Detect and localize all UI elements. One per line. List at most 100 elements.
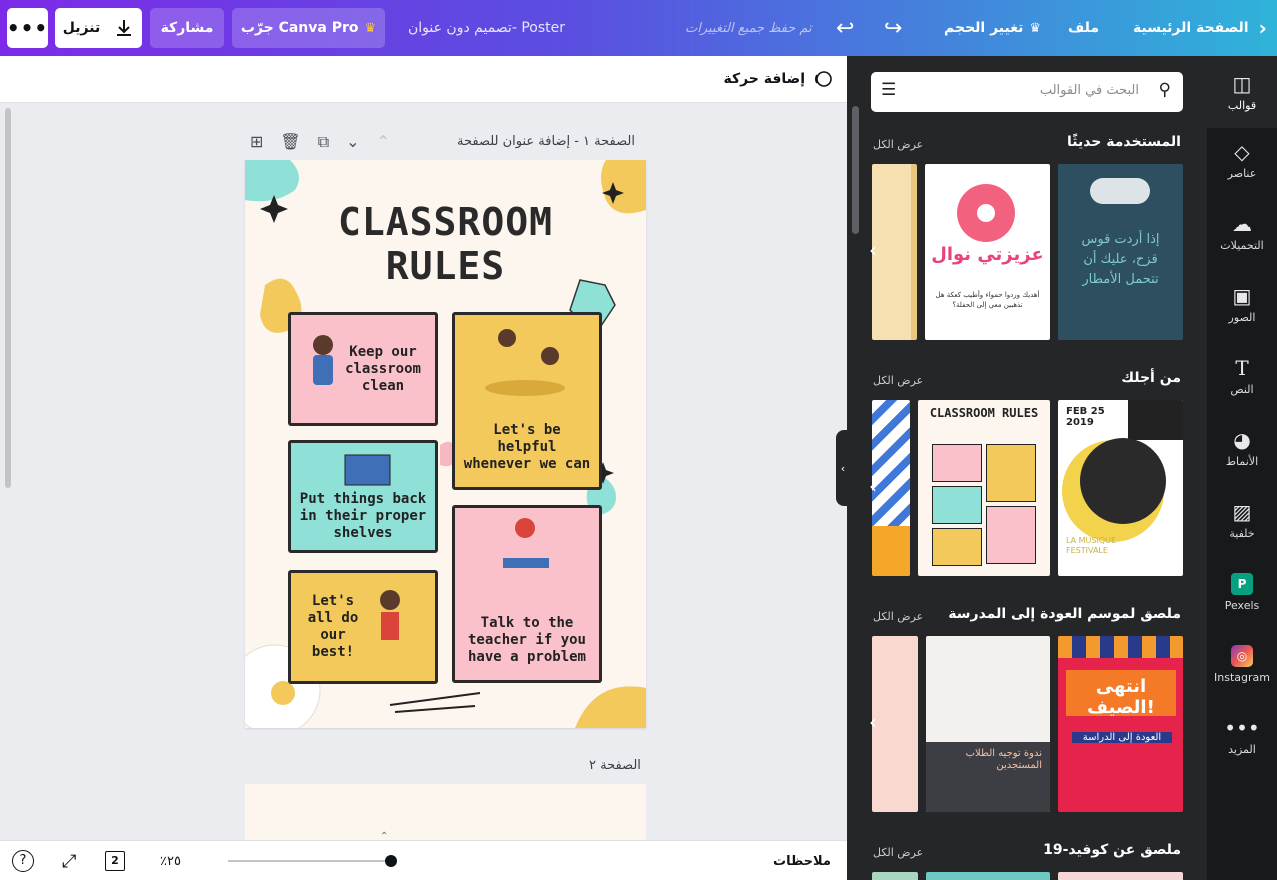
file-menu[interactable]: ملف xyxy=(1068,0,1099,56)
concert-date: FEB 25 2019 xyxy=(1066,406,1105,428)
context-toolbar: إضافة حركة xyxy=(0,56,847,103)
template-thumb[interactable] xyxy=(872,872,918,880)
download-button[interactable]: تنزيل xyxy=(55,8,142,48)
rail-label: الصور xyxy=(1228,310,1256,324)
zoom-slider-handle[interactable] xyxy=(385,855,397,867)
rail-item-pexels[interactable]: P Pexels xyxy=(1207,560,1277,624)
add-animation-button[interactable]: إضافة حركة xyxy=(723,69,833,89)
filter-icon[interactable]: ☰ xyxy=(881,80,896,100)
grid-view-button[interactable]: 2 xyxy=(105,841,125,880)
cloud-icon xyxy=(1090,178,1150,204)
concert-name: LA MUSIQUE FESTIVALE xyxy=(1066,536,1117,555)
section-for-you-see-all[interactable]: عرض الكل xyxy=(873,374,923,387)
chevron-right-icon: › xyxy=(1258,16,1267,40)
template-thumb[interactable] xyxy=(872,400,910,576)
donut-subtitle: أهديك وردوا حمواء وأطيب كعكة هل تذهبين م… xyxy=(935,291,1040,309)
rail-item-instagram[interactable]: ◎ Instagram xyxy=(1207,632,1277,696)
background-icon: ▨ xyxy=(1232,499,1252,524)
share-label: مشاركة xyxy=(160,20,214,36)
template-thumb[interactable] xyxy=(1058,872,1183,880)
rail-item-styles[interactable]: ◕ الأنماط xyxy=(1207,416,1277,480)
classroom-thumb-title: CLASSROOM RULES xyxy=(929,406,1039,420)
template-thumb-classroom[interactable]: CLASSROOM RULES xyxy=(918,400,1050,576)
canvas-workspace[interactable]: إضافة حركة ⊞ 🗑 ⧉ ⌄ ⌃ الصفحة ١ - إضافة عن… xyxy=(0,56,847,844)
rail-item-more[interactable]: ••• المزيد xyxy=(1207,704,1277,768)
page-count-icon: 2 xyxy=(105,851,125,871)
fullscreen-button[interactable]: ⤢ xyxy=(62,841,76,880)
section-recent-see-all[interactable]: عرض الكل xyxy=(873,138,923,151)
template-thumb[interactable] xyxy=(872,164,917,340)
redo-button[interactable]: ↪ xyxy=(884,0,902,56)
template-thumb-concert[interactable]: FEB 25 2019 LA MUSIQUE FESTIVALE xyxy=(1058,400,1183,576)
template-thumb-orientation[interactable]: ندوة توجيه الطلاب المستجدين xyxy=(926,636,1050,812)
donut-title: عزيزتي نوال xyxy=(931,244,1044,265)
pexels-icon: P xyxy=(1231,572,1253,595)
expand-icon: ⤢ xyxy=(62,850,77,872)
carousel-prev-icon[interactable]: ‹ xyxy=(869,474,877,498)
page-2-title[interactable]: الصفحة ٢ xyxy=(589,758,641,773)
carousel-prev-icon[interactable]: ‹ xyxy=(869,238,877,262)
chevron-up-icon[interactable]: ⌃ xyxy=(380,829,388,843)
redo-icon: ↪ xyxy=(884,15,903,41)
template-thumb-rain[interactable]: إذا أردت قوس قزح، عليك أن تتحمل الأمطار xyxy=(1058,164,1183,340)
more-options-button[interactable]: ••• xyxy=(7,8,48,48)
uploads-icon: ☁ xyxy=(1232,211,1252,236)
download-label: تنزيل xyxy=(62,20,101,36)
more-icon: ••• xyxy=(6,16,49,40)
help-icon: ? xyxy=(12,850,34,872)
undo-button[interactable]: ↩ xyxy=(836,0,854,56)
rail-label: Pexels xyxy=(1224,598,1260,612)
zoom-level[interactable]: ٪٢٥ xyxy=(160,841,181,880)
resize-button[interactable]: تغيير الحجم ♛ xyxy=(944,0,1041,56)
crown-icon: ♛ xyxy=(364,20,377,36)
more-icon: ••• xyxy=(1224,715,1260,740)
add-animation-label: إضافة حركة xyxy=(723,71,805,87)
document-title[interactable]: تصميم دون عنوان- Poster xyxy=(408,0,565,56)
carousel-prev-icon[interactable]: ‹ xyxy=(869,710,877,734)
notes-button[interactable]: ملاحظات xyxy=(773,841,831,880)
add-page-icon[interactable]: ⊞ xyxy=(250,132,263,152)
summer-title: انتهى الصيف! xyxy=(1087,676,1155,718)
crown-icon: ♛ xyxy=(1029,20,1042,36)
help-button[interactable]: ? xyxy=(12,841,34,880)
section-back-to-school-title: ملصق لموسم العودة إلى المدرسة xyxy=(948,606,1181,622)
home-button[interactable]: الصفحة الرئيسية › xyxy=(1133,0,1267,56)
rain-quote: إذا أردت قوس قزح، عليك أن تتحمل الأمطار xyxy=(1081,232,1160,287)
template-thumb-summer[interactable]: انتهى الصيف! العودة إلى الدراسة xyxy=(1058,636,1183,812)
templates-icon: ◫ xyxy=(1232,71,1252,96)
move-down-icon[interactable]: ⌄ xyxy=(346,132,359,152)
move-up-icon[interactable]: ⌃ xyxy=(377,132,390,152)
canvas-scrollbar[interactable] xyxy=(5,108,11,488)
share-button[interactable]: مشاركة xyxy=(150,8,224,48)
page-1-title[interactable]: الصفحة ١ - إضافة عنوان للصفحة xyxy=(457,134,635,149)
try-pro-button[interactable]: جرّب Canva Pro ♛ xyxy=(232,8,385,48)
section-covid-see-all[interactable]: عرض الكل xyxy=(873,846,923,859)
template-search-input[interactable]: ☰ البحث في القوالب ⚲ xyxy=(871,72,1183,112)
template-thumb-donut[interactable]: عزيزتي نوال أهديك وردوا حمواء وأطيب كعكة… xyxy=(925,164,1050,340)
summer-subtitle: العودة إلى الدراسة xyxy=(1072,732,1172,743)
poster-page-1[interactable]: CLASSROOM RULES Keep our classroom clean… xyxy=(245,160,646,728)
bottom-bar: ? ⤢ 2 ٪٢٥ ⌃ ملاحظات xyxy=(0,831,847,880)
rail-item-elements[interactable]: ◇ عناصر xyxy=(1207,128,1277,192)
delete-page-icon[interactable]: 🗑 xyxy=(280,132,300,152)
zoom-slider-track[interactable] xyxy=(228,860,390,862)
poster-page-2[interactable] xyxy=(245,784,646,844)
panel-scrollbar[interactable] xyxy=(852,106,859,234)
photos-icon: ▣ xyxy=(1232,283,1252,308)
search-placeholder: البحث في القوالب xyxy=(1039,83,1139,98)
elements-icon: ◇ xyxy=(1234,139,1250,164)
top-bar: ••• تنزيل مشاركة جرّب Canva Pro ♛ تصميم … xyxy=(0,0,1277,56)
template-thumb[interactable] xyxy=(872,636,918,812)
section-recent-title: المستخدمة حديثًا xyxy=(1066,134,1181,150)
duplicate-page-icon[interactable]: ⧉ xyxy=(318,132,329,152)
rail-item-templates[interactable]: ◫ قوالب xyxy=(1207,56,1277,128)
section-back-to-school-see-all[interactable]: عرض الكل xyxy=(873,610,923,623)
rail-item-background[interactable]: ▨ خلفية xyxy=(1207,488,1277,552)
try-pro-label: جرّب Canva Pro xyxy=(240,20,359,36)
section-for-you-title: من أجلك xyxy=(1121,370,1181,386)
rail-item-text[interactable]: T النص xyxy=(1207,344,1277,408)
collapse-panel-button[interactable]: ‹ xyxy=(836,430,850,506)
rail-item-photos[interactable]: ▣ الصور xyxy=(1207,272,1277,336)
rail-item-uploads[interactable]: ☁ التحميلات xyxy=(1207,200,1277,264)
template-thumb[interactable] xyxy=(926,872,1050,880)
